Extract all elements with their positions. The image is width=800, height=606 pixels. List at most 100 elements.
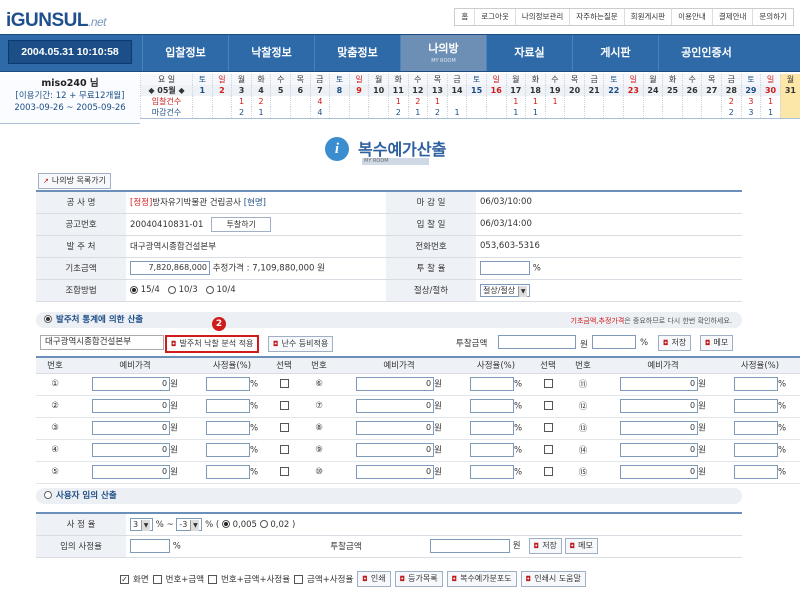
rate-input[interactable] xyxy=(205,443,250,457)
rate-input[interactable] xyxy=(469,377,514,391)
cal-cell[interactable]: 8 xyxy=(329,85,350,96)
reserve-price-input[interactable]: 0 xyxy=(620,421,699,435)
cal-cell[interactable]: 2 xyxy=(211,85,232,96)
section-orderer-radio[interactable] xyxy=(44,315,52,323)
nav-my-room[interactable]: 나의방 MY ROOM xyxy=(400,35,486,71)
cal-cell[interactable]: 21 xyxy=(583,85,604,96)
reserve-price-input[interactable]: 0 xyxy=(92,465,171,479)
cal-cell[interactable]: 3 xyxy=(231,85,252,96)
cal-cell[interactable]: 7 xyxy=(309,85,330,96)
reserve-price-input[interactable]: 0 xyxy=(620,399,699,413)
reserve-price-input[interactable]: 0 xyxy=(356,421,435,435)
memo-button[interactable]: ◘ 메모 xyxy=(700,335,734,351)
site-logo[interactable]: iGUNSUL.net xyxy=(6,10,107,32)
memo2-button[interactable]: ◘ 메모 xyxy=(564,538,598,554)
rate-input[interactable] xyxy=(205,377,250,391)
rate-input[interactable] xyxy=(469,465,514,479)
nav-custom-info[interactable]: 맞춤정보 xyxy=(314,35,400,71)
cal-cell[interactable]: 16 xyxy=(485,85,506,96)
cal-cell[interactable]: 27 xyxy=(701,85,722,96)
method-radio-10-4[interactable] xyxy=(205,285,214,294)
select-checkbox[interactable] xyxy=(543,401,553,410)
select-checkbox[interactable] xyxy=(279,423,289,432)
select-checkbox[interactable] xyxy=(279,445,289,454)
bid-amount2-input[interactable] xyxy=(430,538,510,553)
cal-cell[interactable]: 15 xyxy=(466,85,487,96)
cal-cell[interactable]: 5 xyxy=(270,85,291,96)
rate-to-select[interactable]: -3 ▼ xyxy=(176,517,203,531)
cal-cell[interactable]: 11 xyxy=(387,85,409,96)
cal-cell[interactable]: 29 xyxy=(740,85,761,96)
top-link-home[interactable]: 홈 xyxy=(455,9,476,25)
reserve-price-input[interactable]: 0 xyxy=(356,377,435,391)
cal-cell[interactable]: 28 xyxy=(721,85,742,96)
reserve-price-input[interactable]: 0 xyxy=(356,399,435,413)
nav-library[interactable]: 자료실 xyxy=(486,35,572,71)
reserve-price-input[interactable]: 0 xyxy=(620,465,699,479)
rate-input[interactable] xyxy=(205,399,250,413)
rate-input[interactable] xyxy=(733,465,778,479)
cal-cell[interactable]: 1 xyxy=(192,85,213,96)
top-link-payment[interactable]: 결제안내 xyxy=(713,9,754,25)
select-checkbox[interactable] xyxy=(543,467,553,476)
cal-cell[interactable]: 12 xyxy=(407,85,428,96)
top-link-logout[interactable]: 로그아웃 xyxy=(475,9,516,25)
cal-cell[interactable]: 4 xyxy=(250,85,271,96)
bid-amount-input[interactable] xyxy=(498,335,576,349)
select-checkbox[interactable] xyxy=(279,379,289,388)
rate-input[interactable] xyxy=(733,443,778,457)
section-user-radio[interactable] xyxy=(44,491,52,499)
cal-cell[interactable]: 17 xyxy=(505,85,526,96)
select-checkbox[interactable] xyxy=(543,445,553,454)
rate-input[interactable] xyxy=(469,399,514,413)
top-link-guide[interactable]: 이용안내 xyxy=(672,9,713,25)
reserve-price-input[interactable]: 0 xyxy=(92,421,171,435)
base-amount-input[interactable]: 7,820,868,000 xyxy=(130,261,210,275)
step-radio-0005[interactable] xyxy=(221,520,230,529)
bid-pct-input[interactable] xyxy=(592,335,636,349)
save-button[interactable]: ◘ 저장 xyxy=(658,335,692,351)
step-radio-002[interactable] xyxy=(259,520,268,529)
cal-cell[interactable]: 25 xyxy=(662,85,683,96)
reserve-price-input[interactable]: 0 xyxy=(92,443,171,457)
reserve-price-input[interactable]: 0 xyxy=(356,443,435,457)
rate-input[interactable] xyxy=(469,443,514,457)
opt-no-amount-checkbox[interactable] xyxy=(152,574,162,584)
select-checkbox[interactable] xyxy=(279,401,289,410)
method-radio-15-4[interactable] xyxy=(130,285,138,294)
rate-input[interactable] xyxy=(733,377,778,391)
cal-cell[interactable]: 30 xyxy=(760,85,781,96)
method-radio-10-3[interactable] xyxy=(167,285,176,294)
orderer-select-box[interactable]: 대구광역시종합건설본부 xyxy=(40,335,164,350)
top-link-faq[interactable]: 자주하는질문 xyxy=(570,9,625,25)
cal-row-header[interactable]: ◆ 05월 ◆ xyxy=(140,85,193,96)
top-link-my-info[interactable]: 나의정보관리 xyxy=(516,9,571,25)
save2-button[interactable]: ◘ 저장 xyxy=(528,538,562,554)
print-help-button[interactable]: ◘ 인쇄시 도움말 xyxy=(520,571,586,587)
distribution-chart-button[interactable]: ◘ 복수예가분포도 xyxy=(446,571,517,587)
reserve-price-input[interactable]: 0 xyxy=(620,377,699,391)
rate-input[interactable] xyxy=(469,421,514,435)
nav-certificate[interactable]: 공인인증서 xyxy=(658,35,754,71)
cal-cell[interactable]: 9 xyxy=(348,85,369,96)
apply-orderer-analysis-button[interactable]: ◘ 발주처 낙찰 분석 적용 xyxy=(165,335,260,353)
reserve-price-input[interactable]: 0 xyxy=(92,377,171,391)
top-link-member-board[interactable]: 회원게시판 xyxy=(625,9,673,25)
opt-no-amount-rate-checkbox[interactable] xyxy=(208,574,218,584)
cal-cell[interactable]: 6 xyxy=(289,85,311,96)
nav-board[interactable]: 게시판 xyxy=(572,35,658,71)
opt-screen-checkbox[interactable] xyxy=(120,574,129,584)
rate-from-select[interactable]: 3 ▼ xyxy=(130,517,154,531)
random-ratio-button[interactable]: ◘ 난수 등비적용 xyxy=(268,336,334,352)
select-checkbox[interactable] xyxy=(543,379,553,388)
cal-cell[interactable]: 24 xyxy=(642,85,663,96)
cal-cell[interactable]: 31 xyxy=(779,85,800,96)
select-checkbox[interactable] xyxy=(543,423,553,432)
any-rate-input[interactable] xyxy=(130,539,170,553)
reserve-price-input[interactable]: 0 xyxy=(92,399,171,413)
cal-cell[interactable]: 20 xyxy=(564,85,585,96)
rate-input[interactable] xyxy=(733,421,778,435)
reserve-price-input[interactable]: 0 xyxy=(356,465,435,479)
rate-input[interactable] xyxy=(733,399,778,413)
opt-amount-rate-checkbox[interactable] xyxy=(294,574,304,584)
